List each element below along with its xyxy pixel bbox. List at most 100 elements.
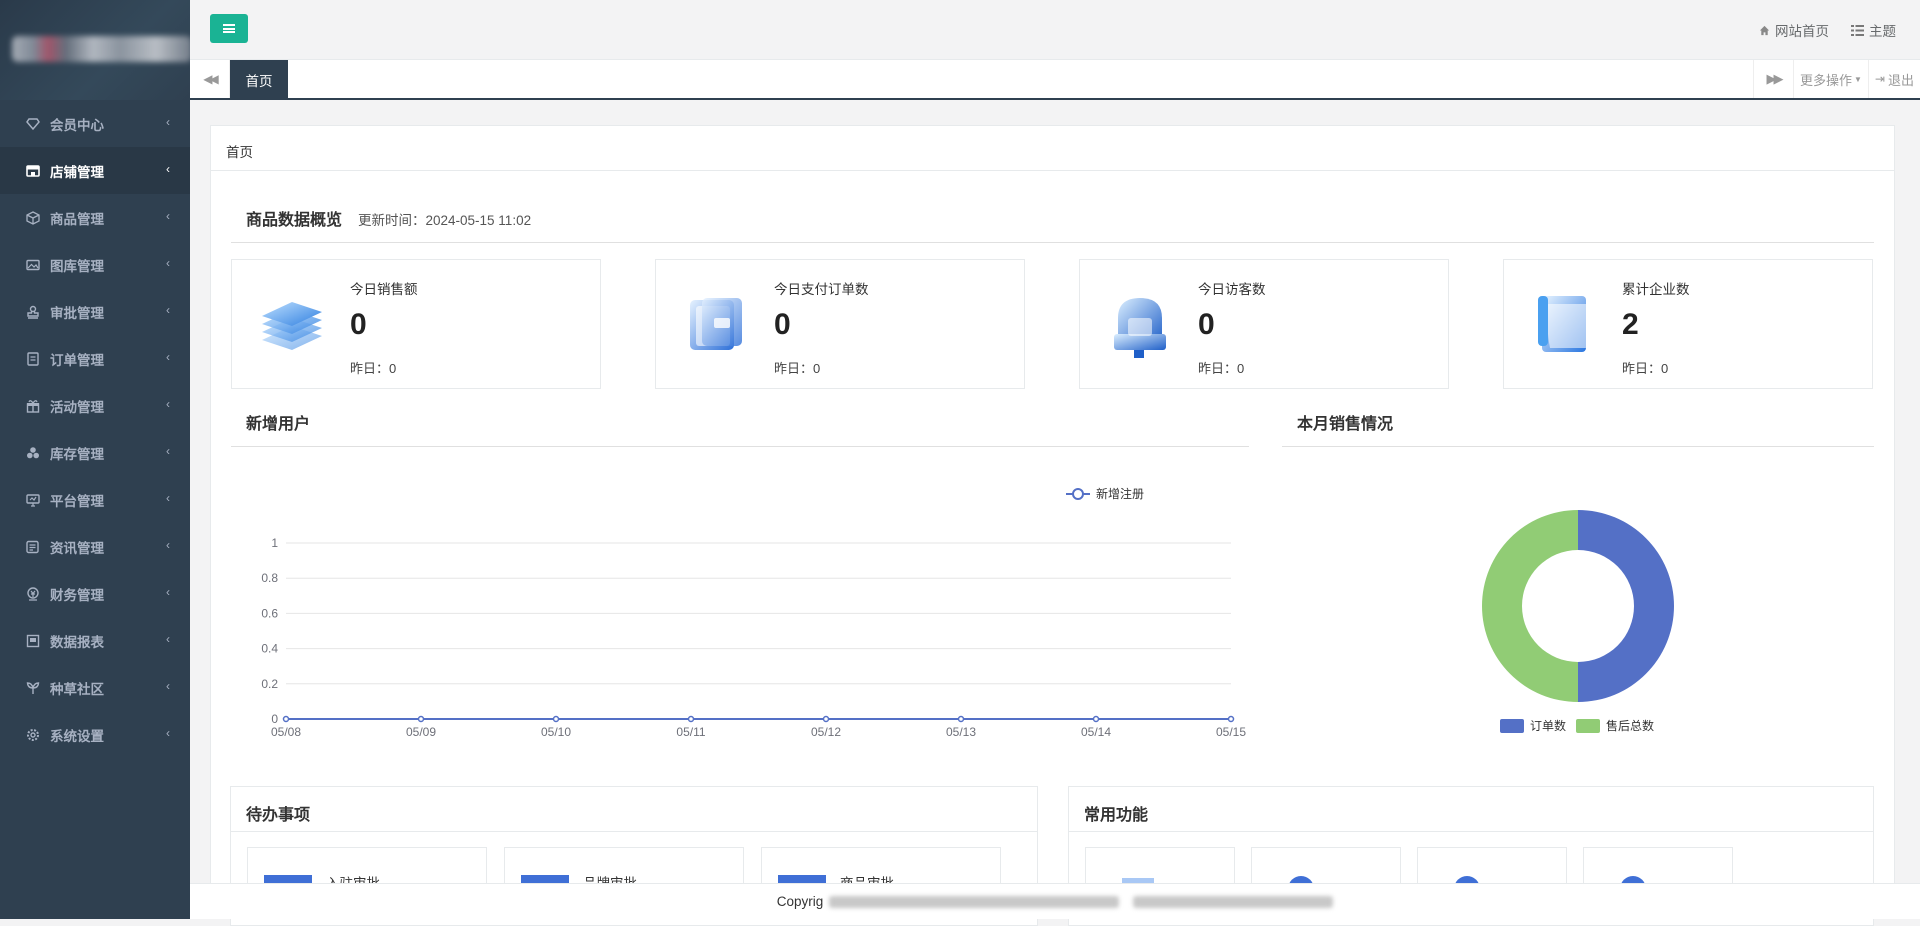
news-icon [25,539,41,555]
sidebar-item[interactable]: 财务管理 ‹ [0,570,190,617]
sidebar-item[interactable]: 店铺管理 ‹ [0,147,190,194]
sidebar-item-label: 数据报表 [50,634,104,650]
sidebar-item[interactable]: 种草社区 ‹ [0,664,190,711]
y-tick-label: 0.6 [261,606,278,620]
common-functions-title: 常用功能 [1069,787,1873,832]
logout-label: 退出 [1887,72,1914,88]
chevron-left-icon: ‹ [166,115,170,129]
sidebar-item[interactable]: 会员中心 ‹ [0,100,190,147]
main-content: 首页 商品数据概览 更新时间：2024-05-15 11:02 今日销售额 0 … [210,125,1895,926]
y-tick-label: 1 [271,536,278,550]
stat-label: 今日支付订单数 [774,282,869,297]
y-tick-label: 0.2 [261,677,278,691]
data-point [1227,715,1235,723]
stat-yesterday: 昨日：0 [1198,361,1245,376]
chevron-left-icon: ‹ [166,303,170,317]
stat-label: 累计企业数 [1622,282,1690,297]
sidebar-item-label: 库存管理 [50,446,104,462]
cubes-icon [25,445,41,461]
legend-label: 订单数 [1530,718,1566,733]
gift-icon [25,398,41,414]
double-left-icon: ◀◀ [203,72,219,86]
stat-value: 0 [350,308,367,341]
stat-card-visitors: 今日访客数 0 昨日：0 [1079,259,1449,389]
chevron-left-icon: ‹ [166,632,170,646]
data-point [282,715,290,723]
sidebar-item[interactable]: 活动管理 ‹ [0,382,190,429]
sidebar-item-label: 店铺管理 [50,164,104,180]
data-point [822,715,830,723]
x-tick-label: 05/09 [406,725,436,739]
sidebar-item[interactable]: 订单管理 ‹ [0,335,190,382]
mailbox-icon [1114,298,1166,358]
sidebar-item-label: 资讯管理 [50,540,104,556]
scroll-tabs-left-button[interactable]: ◀◀ [190,60,230,98]
logout-button[interactable]: ⇥ 退出 [1867,60,1920,98]
sidebar: 会员中心 ‹ 店铺管理 ‹ 商品管理 ‹ 图库管理 ‹ 审批管理 ‹ 订单管理 ‹ 活动管理 ‹ 库存管理 ‹… [0,0,190,919]
sidebar-item-label: 审批管理 [50,305,104,321]
breadcrumb: 首页 [211,126,1894,171]
x-tick-label: 05/15 [1216,725,1246,739]
x-tick-label: 05/13 [946,725,976,739]
donut-slice [1482,510,1578,702]
stat-label: 今日访客数 [1198,282,1266,297]
sidebar-item[interactable]: 系统设置 ‹ [0,711,190,758]
site-home-link[interactable]: 网站首页 [1759,20,1829,40]
document-roll-icon [1538,296,1586,352]
overview-title: 商品数据概览 [246,212,343,229]
sidebar-item[interactable]: 数据报表 ‹ [0,617,190,664]
cube-icon [25,210,41,226]
monthly-sales-donut-chart: 订单数 售后总数 [1482,510,1674,733]
sidebar-item-label: 活动管理 [50,399,104,415]
stat-card-sales: 今日销售额 0 昨日：0 [231,259,601,389]
tabs-bar: ◀◀ 首页 ▶▶ 更多操作 ▼ ⇥ 退出 [190,60,1920,100]
more-ops-dropdown[interactable]: 更多操作 ▼ [1792,60,1868,98]
stat-yesterday: 昨日：0 [350,361,397,376]
top-navbar: 网站首页 主题 [190,0,1920,60]
sidebar-item[interactable]: 审批管理 ‹ [0,288,190,335]
y-tick-label: 0.8 [261,571,278,585]
tab-home[interactable]: 首页 [230,60,288,100]
diamond-icon [25,116,41,132]
x-tick-label: 05/14 [1081,725,1111,739]
chevron-left-icon: ‹ [166,162,170,176]
data-point [687,715,695,723]
sidebar-item-label: 财务管理 [50,587,104,603]
menu-toggle-button[interactable] [210,14,248,43]
stat-value: 0 [1198,308,1215,341]
scroll-tabs-right-button[interactable]: ▶▶ [1752,60,1793,98]
chevron-left-icon: ‹ [166,538,170,552]
order-icon [25,351,41,367]
chevron-left-icon: ‹ [166,397,170,411]
sidebar-item[interactable]: 库存管理 ‹ [0,429,190,476]
sign-out-icon: ⇥ [1874,72,1885,86]
image-icon [25,257,41,273]
sidebar-item-label: 平台管理 [50,493,104,509]
stat-card-companies: 累计企业数 2 昨日：0 [1503,259,1873,389]
x-tick-label: 05/10 [541,725,571,739]
sidebar-item[interactable]: 平台管理 ‹ [0,476,190,523]
chevron-left-icon: ‹ [166,256,170,270]
double-right-icon: ▶▶ [1766,71,1783,86]
caret-down-icon: ▼ [1854,74,1862,84]
x-tick-label: 05/11 [676,725,705,739]
stat-yesterday: 昨日：0 [1622,361,1669,376]
stat-yesterday: 昨日：0 [774,361,821,376]
finance-icon [25,586,41,602]
theme-link[interactable]: 主题 [1851,20,1896,40]
sidebar-item-label: 系统设置 [50,728,104,744]
stat-value: 2 [1622,308,1639,341]
stat-value: 0 [774,308,791,341]
sidebar-item[interactable]: 商品管理 ‹ [0,194,190,241]
theme-label: 主题 [1869,24,1896,39]
y-tick-label: 0.4 [261,642,278,656]
data-point [552,715,560,723]
sidebar-item[interactable]: 资讯管理 ‹ [0,523,190,570]
stat-card-orders: 今日支付订单数 0 昨日：0 [655,259,1025,389]
store-icon [25,163,41,179]
legend-swatch [1576,719,1600,733]
legend-label: 新增注册 [1096,486,1144,501]
sidebar-item[interactable]: 图库管理 ‹ [0,241,190,288]
stack-layers-icon [262,302,322,350]
hamburger-icon [223,24,235,33]
